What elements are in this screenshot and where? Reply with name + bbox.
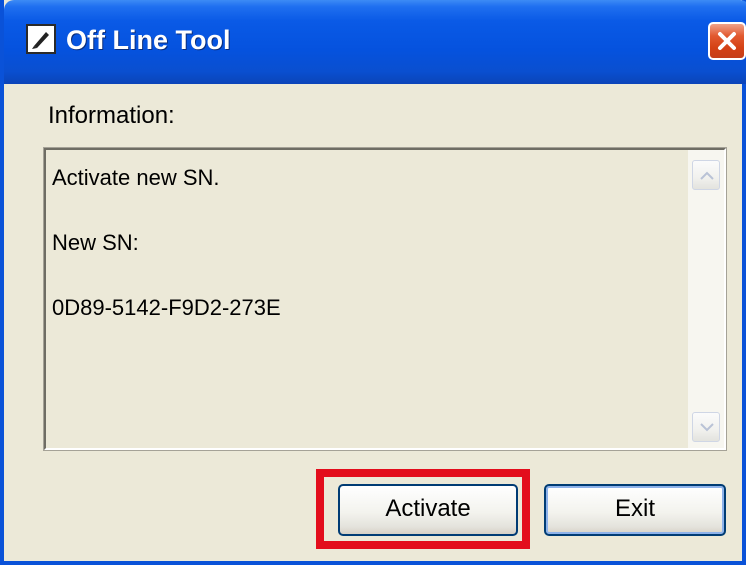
pen-tool-icon	[26, 24, 56, 54]
info-line: 0D89-5142-F9D2-273E	[52, 295, 281, 320]
close-button[interactable]	[708, 22, 746, 60]
close-icon	[718, 32, 736, 50]
information-label: Information:	[48, 102, 175, 129]
vertical-scrollbar[interactable]	[688, 150, 724, 448]
scroll-down-button[interactable]	[692, 412, 720, 442]
title-bar[interactable]: Off Line Tool	[4, 0, 746, 84]
scroll-down-arrow-icon	[700, 423, 714, 432]
exit-button[interactable]: Exit	[544, 484, 726, 536]
scroll-up-button[interactable]	[692, 160, 720, 190]
info-line: New SN:	[52, 230, 139, 255]
activate-highlight-box	[316, 469, 530, 549]
info-line: Activate new SN.	[52, 165, 220, 190]
scroll-up-arrow-icon	[700, 171, 714, 180]
window-title: Off Line Tool	[66, 25, 231, 55]
information-textarea[interactable]: Activate new SN. New SN: 0D89-5142-F9D2-…	[43, 147, 727, 451]
dialog-window: Off Line Tool Information: Activate new …	[0, 0, 746, 565]
